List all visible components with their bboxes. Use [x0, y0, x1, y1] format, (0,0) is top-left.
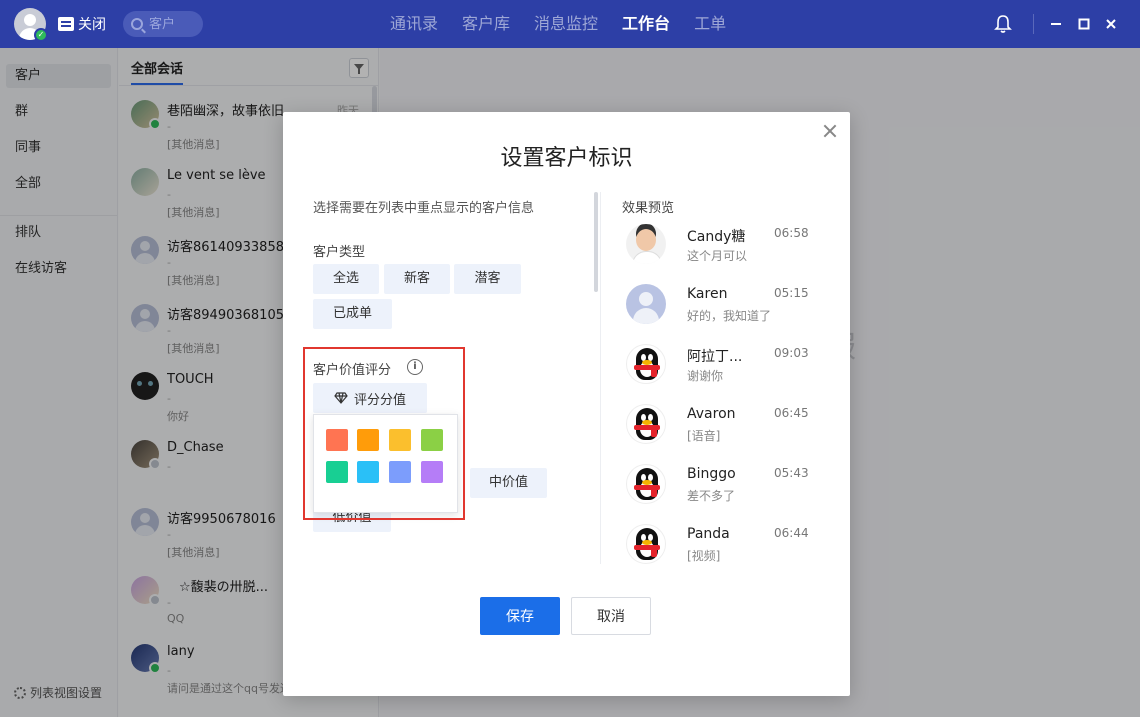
avatar — [626, 284, 666, 324]
minimize-icon[interactable] — [1044, 0, 1068, 48]
maximize-icon[interactable] — [1072, 0, 1096, 48]
preview-time: 09:03 — [774, 346, 809, 360]
preview-message: [语音] — [687, 429, 721, 443]
main-nav: 通讯录 客户库 消息监控 工作台 工单 — [378, 0, 738, 48]
preview-message: 差不多了 — [687, 489, 736, 503]
customer-tag-dialog: 设置客户标识 选择需要在列表中重点显示的客户信息 客户类型 全选 新客 潜客 已… — [283, 112, 850, 696]
preview-message: 谢谢你 — [687, 369, 724, 383]
qq-penguin-icon — [626, 344, 666, 384]
message-icon — [58, 17, 74, 31]
preview-message: 好的，我知道了 — [687, 309, 772, 323]
nav-customer-library[interactable]: 客户库 — [450, 0, 522, 48]
preview-name: Panda — [687, 526, 730, 542]
preview-name: 阿拉丁... — [687, 349, 743, 365]
close-label: 关闭 — [78, 17, 106, 33]
search-input[interactable] — [149, 16, 189, 32]
preview-time: 06:58 — [774, 226, 809, 240]
cancel-button[interactable]: 取消 — [571, 597, 651, 635]
customer-type-option-closed[interactable]: 已成单 — [313, 299, 392, 329]
close-icon[interactable] — [821, 122, 839, 140]
customer-type-option-potential[interactable]: 潜客 — [454, 264, 521, 294]
top-bar: ✓ 关闭 通讯录 客户库 消息监控 工作台 工单 — [0, 0, 1140, 48]
close-session-button[interactable]: 关闭 — [58, 14, 106, 34]
column-divider — [600, 192, 601, 564]
close-window-icon[interactable] — [1099, 0, 1123, 48]
preview-item: Avaron 06:45 [语音] — [623, 402, 823, 452]
preview-name: Binggo — [687, 466, 736, 482]
preview-title: 效果预览 — [622, 201, 675, 216]
topbar-separator — [1033, 14, 1034, 34]
preview-name: Karen — [687, 286, 728, 302]
customer-type-option-new[interactable]: 新客 — [384, 264, 450, 294]
preview-item: Panda 06:44 [视频] — [623, 522, 823, 572]
save-button[interactable]: 保存 — [480, 597, 560, 635]
value-option-medium[interactable]: 中价值 — [470, 468, 547, 498]
search-icon — [131, 18, 143, 30]
qq-penguin-icon — [626, 464, 666, 504]
preview-message: 这个月可以 — [687, 249, 748, 263]
nav-tickets[interactable]: 工单 — [682, 0, 738, 48]
nav-message-monitor[interactable]: 消息监控 — [522, 0, 610, 48]
qq-penguin-icon — [626, 404, 666, 444]
search-box[interactable] — [123, 11, 203, 37]
settings-scrollbar[interactable] — [594, 192, 598, 292]
online-status-icon: ✓ — [34, 28, 48, 42]
preview-time: 06:44 — [774, 526, 809, 540]
nav-contacts[interactable]: 通讯录 — [378, 0, 450, 48]
dialog-title: 设置客户标识 — [500, 146, 633, 171]
preview-time: 05:43 — [774, 466, 809, 480]
avatar — [626, 224, 666, 264]
preview-item: Candy糖 06:58 这个月可以 — [623, 222, 823, 272]
dialog-description: 选择需要在列表中重点显示的客户信息 — [313, 201, 535, 216]
preview-item: Binggo 05:43 差不多了 — [623, 462, 823, 512]
highlight-box — [303, 347, 465, 520]
preview-item: 阿拉丁... 09:03 谢谢你 — [623, 342, 823, 392]
customer-type-option-all[interactable]: 全选 — [313, 264, 379, 294]
preview-item: Karen 05:15 好的，我知道了 — [623, 282, 823, 332]
bell-icon[interactable] — [994, 14, 1012, 34]
preview-time: 06:45 — [774, 406, 809, 420]
preview-name: Avaron — [687, 406, 736, 422]
customer-type-label: 客户类型 — [313, 245, 366, 260]
qq-penguin-icon — [626, 524, 666, 564]
preview-name: Candy糖 — [687, 229, 746, 245]
nav-workbench[interactable]: 工作台 — [610, 0, 682, 48]
preview-time: 05:15 — [774, 286, 809, 300]
preview-message: [视频] — [687, 549, 721, 563]
